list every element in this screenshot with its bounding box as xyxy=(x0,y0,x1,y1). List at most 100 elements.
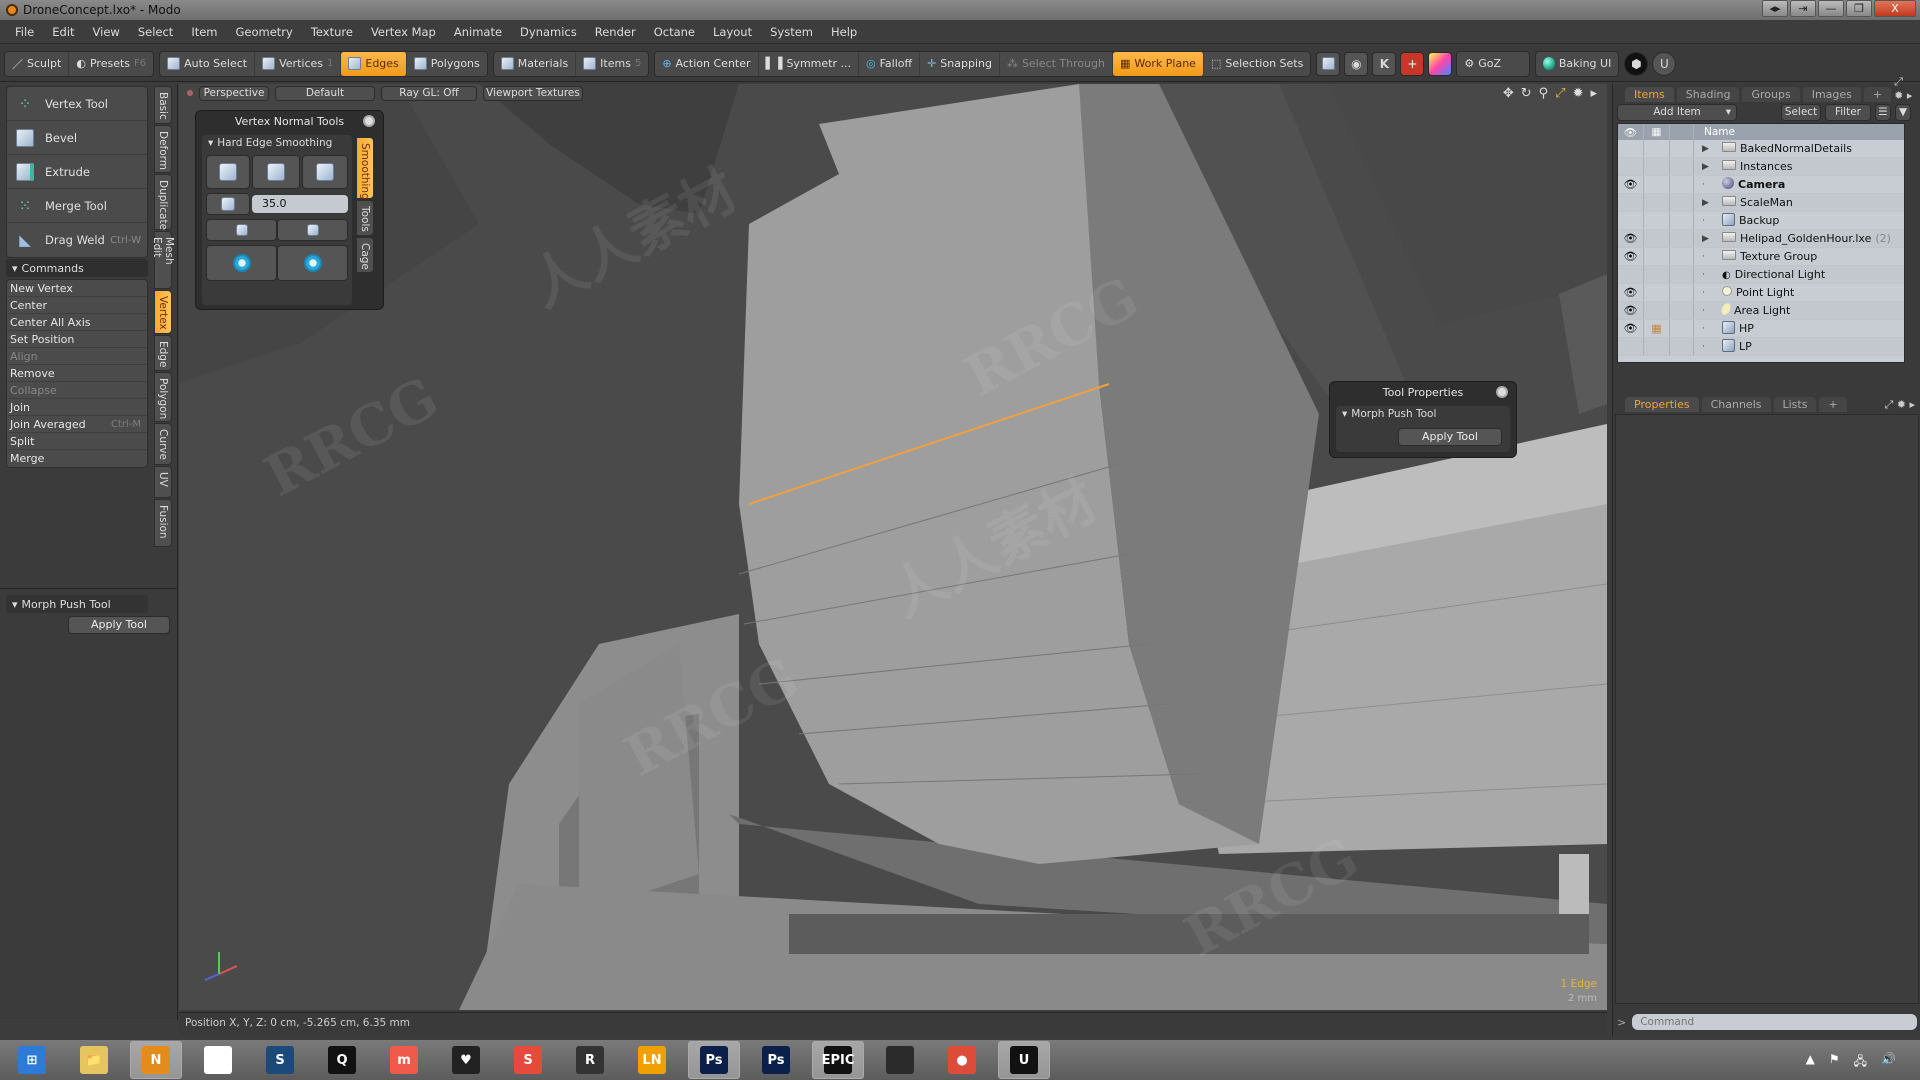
name-column-header[interactable]: Name xyxy=(1694,126,1735,138)
visibility-eye-icon[interactable] xyxy=(1618,158,1644,175)
panel-options-icons[interactable]: ⤢ ✹ ▸ xyxy=(1894,75,1915,102)
render-toggle[interactable] xyxy=(1670,266,1694,283)
menu-animate[interactable]: Animate xyxy=(445,25,511,39)
expand-arrow-icon[interactable]: · xyxy=(1702,288,1718,298)
ray-gl-button[interactable]: Ray GL: Off xyxy=(381,85,477,101)
vertex-tool-button[interactable]: ⁘ Vertex Tool xyxy=(7,87,147,121)
menu-texture[interactable]: Texture xyxy=(302,25,362,39)
merge-tool-button[interactable]: ⁙ Merge Tool xyxy=(7,189,147,223)
lock-toggle[interactable] xyxy=(1644,194,1670,211)
settings-gear-icon[interactable]: ✹ xyxy=(1573,86,1584,101)
menu-render[interactable]: Render xyxy=(586,25,645,39)
symmetry-button[interactable]: ▌▐ Symmetr ... xyxy=(759,51,859,76)
presets-button[interactable]: ◐ Presets F6 xyxy=(69,52,153,76)
expand-arrow-icon[interactable]: ▸ xyxy=(1590,86,1597,101)
vtab-uv[interactable]: UV xyxy=(154,466,172,498)
cmd-center-all-axis[interactable]: Center All Axis xyxy=(7,314,147,331)
maximize-icon[interactable]: ⤢ xyxy=(1555,86,1565,101)
item-row[interactable]: · Backup xyxy=(1618,212,1904,230)
lock-toggle[interactable] xyxy=(1644,158,1670,175)
render-toggle[interactable] xyxy=(1670,140,1694,157)
minimize-button[interactable]: — xyxy=(1818,0,1844,17)
menu-vertex-map[interactable]: Vertex Map xyxy=(362,25,445,39)
item-row[interactable]: 👁 ▦ · HP xyxy=(1618,320,1904,338)
sculpt-button[interactable]: ／ Sculpt xyxy=(5,51,70,76)
tab-tools[interactable]: Tools xyxy=(356,200,374,236)
menu-octane[interactable]: Octane xyxy=(645,25,704,39)
items-button[interactable]: Items 5 xyxy=(576,52,648,76)
expand-arrow-icon[interactable]: · xyxy=(1702,342,1718,352)
lock-toggle[interactable] xyxy=(1644,176,1670,193)
work-plane-button[interactable]: ▦ Work Plane xyxy=(1113,51,1204,76)
select-button[interactable]: Select xyxy=(1781,104,1821,121)
tab-smoothing[interactable]: Smoothing xyxy=(356,137,374,200)
command-input[interactable] xyxy=(1632,1014,1917,1030)
taskbar-ln-app-icon[interactable]: LN xyxy=(626,1041,678,1079)
menu-system[interactable]: System xyxy=(761,25,822,39)
lock-toggle[interactable] xyxy=(1644,230,1670,247)
add-item-dropdown[interactable]: Add Item ▾ xyxy=(1617,104,1737,121)
gear-normals-button[interactable] xyxy=(277,245,348,281)
taskbar-zbrush-icon[interactable]: Z xyxy=(192,1041,244,1079)
tab-properties[interactable]: Properties xyxy=(1625,397,1699,412)
volume-icon[interactable]: 🔊 xyxy=(1881,1052,1896,1073)
cmd-set-position[interactable]: Set Position xyxy=(7,331,147,348)
polygons-button[interactable]: Polygons xyxy=(407,52,487,76)
item-row[interactable]: ▶ ScaleMan xyxy=(1618,194,1904,212)
lock-toggle[interactable] xyxy=(1644,266,1670,283)
cmd-join-averaged[interactable]: Join Averaged Ctrl-M xyxy=(7,416,147,433)
expand-arrow-icon[interactable]: ▶ xyxy=(1702,144,1718,154)
item-row[interactable]: 👁 · Camera xyxy=(1618,176,1904,194)
set-smooth-button[interactable] xyxy=(206,155,250,189)
visibility-eye-icon[interactable] xyxy=(1618,266,1644,283)
3d-viewport[interactable]: Perspective Default Ray GL: Off Viewport… xyxy=(179,84,1607,1010)
vtab-deform[interactable]: Deform xyxy=(154,125,172,173)
zoom-icon[interactable]: ⚲ xyxy=(1539,86,1549,101)
filter-button[interactable]: Filter xyxy=(1825,104,1871,121)
taskbar-photoshop-1-icon[interactable]: Ps xyxy=(688,1041,740,1079)
render-toggle[interactable] xyxy=(1670,302,1694,319)
tab-shading[interactable]: Shading xyxy=(1676,87,1740,102)
vtab-basic[interactable]: Basic xyxy=(154,86,172,124)
visibility-eye-icon[interactable]: 👁 xyxy=(1618,320,1644,337)
menu-dynamics[interactable]: Dynamics xyxy=(511,25,586,39)
viewport-textures-button[interactable]: Viewport Textures xyxy=(483,85,583,101)
lock-toggle[interactable] xyxy=(1644,212,1670,229)
tab-channels[interactable]: Channels xyxy=(1701,397,1771,412)
tab-lists[interactable]: Lists xyxy=(1773,397,1817,412)
render-toggle[interactable] xyxy=(1670,320,1694,337)
taskbar-q-app-icon[interactable]: Q xyxy=(316,1041,368,1079)
render-toggle[interactable] xyxy=(1670,158,1694,175)
vtab-edge[interactable]: Edge xyxy=(154,335,172,371)
render-toggle[interactable] xyxy=(1670,248,1694,265)
commands-header[interactable]: ▾ Commands xyxy=(6,259,148,277)
unreal-plugin-icon[interactable]: U xyxy=(1652,51,1677,76)
taskbar-photoshop-2-icon[interactable]: Ps xyxy=(750,1041,802,1079)
item-row[interactable]: · LP xyxy=(1618,338,1904,356)
item-row[interactable]: · ◐ Directional Light xyxy=(1618,266,1904,284)
harden-edges-button[interactable] xyxy=(252,155,300,189)
render-toggle[interactable] xyxy=(1670,212,1694,229)
morph-push-tool-header[interactable]: ▾ Morph Push Tool xyxy=(6,595,148,613)
soften-edges-button[interactable] xyxy=(302,155,348,189)
vtab-mesh-edit[interactable]: Mesh Edit xyxy=(151,231,175,289)
angle-value-field[interactable]: 35.0 xyxy=(252,195,348,213)
cmd-align[interactable]: Align xyxy=(7,348,147,365)
funnel-icon[interactable]: ▼ xyxy=(1895,104,1911,121)
taskbar-r-app-icon[interactable]: R xyxy=(564,1041,616,1079)
taskbar-epic-games-icon[interactable]: EPIC xyxy=(812,1041,864,1079)
add-prop-tab-button[interactable]: + xyxy=(1819,397,1847,412)
visibility-eye-icon[interactable] xyxy=(1618,140,1644,157)
item-row[interactable]: 👁 · Point Light xyxy=(1618,284,1904,302)
snapping-button[interactable]: ✛ Snapping xyxy=(920,51,1000,76)
item-row[interactable]: 👁 · Area Light xyxy=(1618,301,1904,320)
vtab-vertex[interactable]: Vertex xyxy=(154,290,172,334)
falloff-button[interactable]: ◎ Falloff xyxy=(859,51,921,76)
k-plugin-icon[interactable]: K xyxy=(1372,51,1397,76)
menu-view[interactable]: View xyxy=(84,25,129,39)
render-toggle[interactable] xyxy=(1670,338,1694,355)
visibility-eye-icon[interactable]: 👁 xyxy=(1618,284,1644,301)
selection-sets-button[interactable]: ⬚ Selection Sets xyxy=(1204,52,1310,76)
vtab-curve[interactable]: Curve xyxy=(154,423,172,465)
lock-toggle[interactable]: ▦ xyxy=(1644,320,1670,337)
